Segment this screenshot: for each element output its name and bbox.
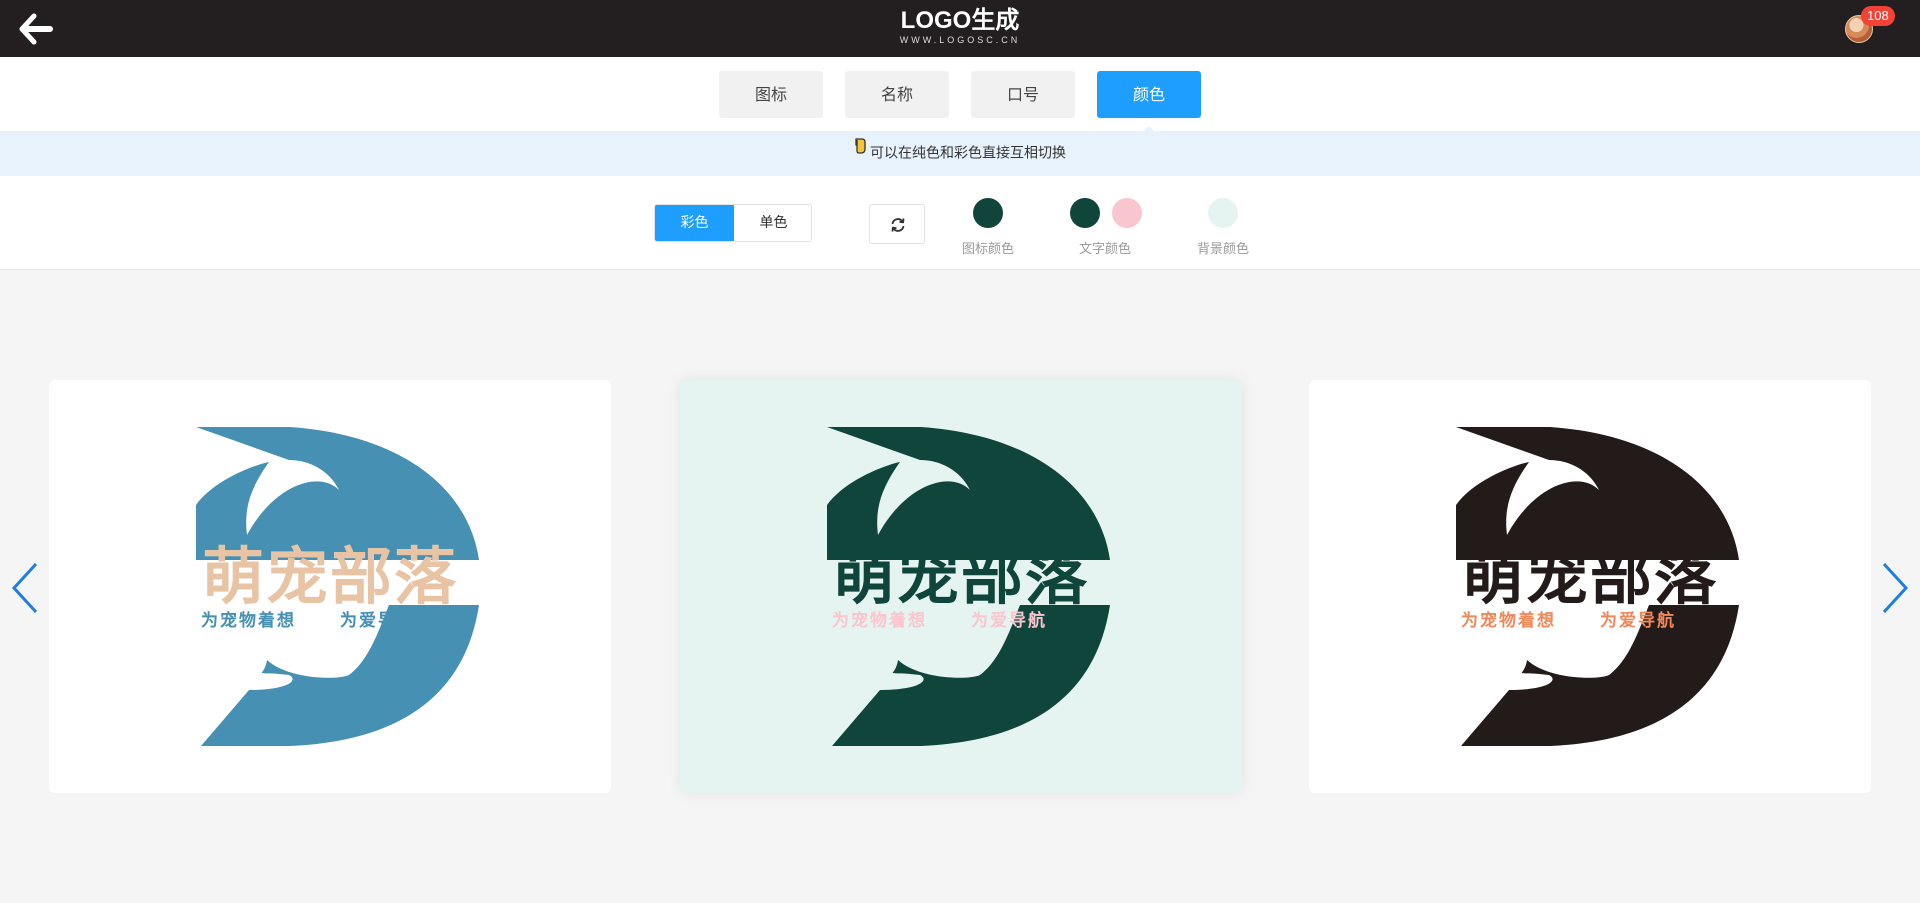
logo-preview-card-selected[interactable]: 萌宠部落 为宠物着想 为爱导航 bbox=[680, 380, 1242, 793]
text-color-swatch-secondary[interactable] bbox=[1112, 198, 1142, 228]
tab-icon[interactable]: 图标 bbox=[719, 71, 823, 118]
text-color-swatch-primary[interactable] bbox=[1070, 198, 1100, 228]
top-bar: LOGO生成 WWW.LOGOSC.CN 108 bbox=[0, 0, 1920, 57]
monochrome-button[interactable]: 单色 bbox=[734, 205, 811, 241]
multicolor-button[interactable]: 彩色 bbox=[655, 205, 734, 241]
icon-color-swatch[interactable] bbox=[973, 198, 1003, 228]
refresh-icon bbox=[891, 218, 905, 232]
carousel-prev-arrow-icon[interactable] bbox=[8, 562, 42, 614]
tab-slogan[interactable]: 口号 bbox=[971, 71, 1075, 118]
brand-url: WWW.LOGOSC.CN bbox=[899, 35, 1021, 45]
step-tabs: 图标 名称 口号 颜色 bbox=[0, 57, 1920, 134]
carousel-next-arrow-icon[interactable] bbox=[1878, 562, 1912, 614]
logo-graphic: 萌宠部落为宠物着想 为爱导航 bbox=[1456, 427, 1739, 746]
brand-logo[interactable]: LOGO生成 WWW.LOGOSC.CN bbox=[880, 8, 1040, 50]
logo-name-text: 萌宠部落 bbox=[833, 540, 1089, 613]
color-options-bar: 彩色 单色 图标颜色 文字颜色 背景颜色 bbox=[0, 176, 1920, 270]
tip-bar: 可以在纯色和彩色直接互相切换 bbox=[0, 131, 1920, 176]
text-color-label: 文字颜色 bbox=[1078, 242, 1131, 257]
logo-slogan-left: 为宠物着想 bbox=[201, 610, 296, 631]
tab-color[interactable]: 颜色 bbox=[1097, 71, 1201, 134]
logo-graphic: 萌宠部落为宠物着想 为爱导航 bbox=[196, 427, 479, 746]
color-mode-toggle: 彩色 单色 bbox=[654, 204, 812, 242]
logo-slogan-right: 为爱导航 bbox=[971, 610, 1047, 631]
logo-slogan-left: 为宠物着想 bbox=[832, 610, 927, 631]
logo-preview-card[interactable]: 萌宠部落 为宠物着想 为爱导航 bbox=[49, 380, 611, 793]
icon-color-label: 图标颜色 bbox=[961, 242, 1014, 257]
back-arrow-icon[interactable] bbox=[18, 12, 54, 46]
logo-slogan-right: 为爱导航 bbox=[340, 610, 416, 631]
pointing-hand-icon bbox=[854, 129, 868, 174]
logo-slogan-right: 为爱导航 bbox=[1600, 610, 1676, 631]
logo-preview-card[interactable]: 萌宠部落 为宠物着想 为爱导航 bbox=[1309, 380, 1871, 793]
tab-name[interactable]: 名称 bbox=[845, 71, 949, 118]
tip-text: 可以在纯色和彩色直接互相切换 bbox=[870, 145, 1066, 162]
logo-name-text: 萌宠部落 bbox=[1462, 540, 1718, 613]
logo-name-text: 萌宠部落 bbox=[202, 540, 458, 613]
logo-graphic: 萌宠部落为宠物着想 为爱导航 bbox=[827, 427, 1110, 746]
background-color-label: 背景颜色 bbox=[1196, 242, 1249, 257]
background-color-swatch[interactable] bbox=[1208, 198, 1238, 228]
logo-slogan-left: 为宠物着想 bbox=[1461, 610, 1556, 631]
notification-badge[interactable]: 108 bbox=[1861, 6, 1895, 26]
refresh-colors-button[interactable] bbox=[869, 204, 925, 244]
brand-title: LOGO生成 bbox=[900, 7, 1020, 34]
